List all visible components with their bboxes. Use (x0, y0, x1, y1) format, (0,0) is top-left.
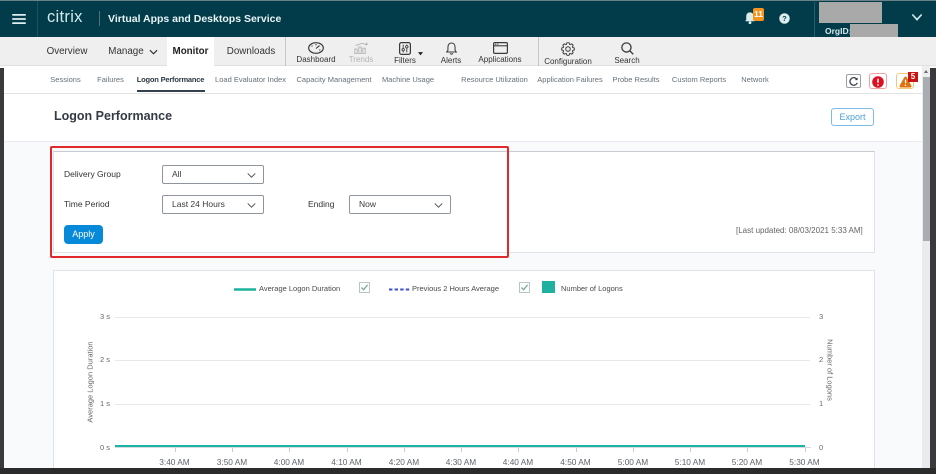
svg-text:?: ? (782, 14, 787, 23)
